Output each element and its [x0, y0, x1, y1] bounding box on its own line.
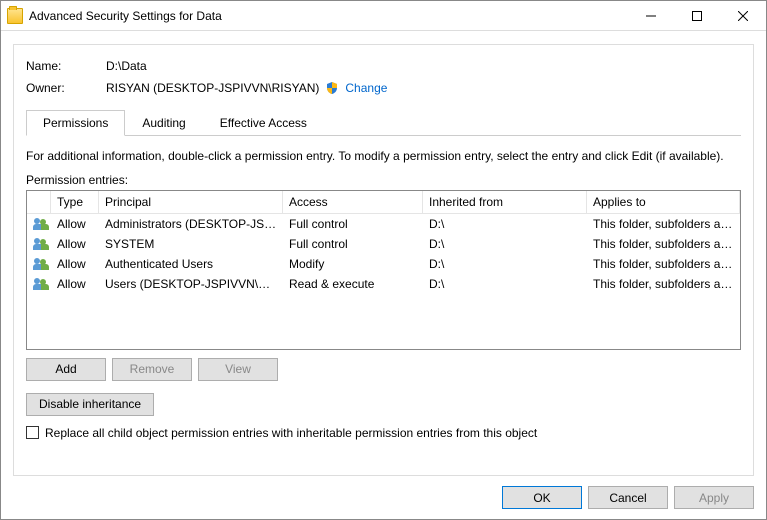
- permission-entry-row[interactable]: AllowUsers (DESKTOP-JSPIVVN\Use...Read &…: [27, 274, 740, 294]
- security-settings-window: Advanced Security Settings for Data Name…: [0, 0, 767, 520]
- principal-icon: [27, 236, 51, 252]
- entry-access: Read & execute: [283, 275, 423, 293]
- entry-applies: This folder, subfolders and files: [587, 275, 740, 293]
- tab-permissions[interactable]: Permissions: [26, 110, 125, 136]
- change-owner-link[interactable]: Change: [345, 81, 387, 95]
- inner-frame: Name: D:\Data Owner: RISYAN (DESKTOP-JSP…: [13, 44, 754, 476]
- entry-access: Full control: [283, 235, 423, 253]
- entry-principal: Users (DESKTOP-JSPIVVN\Use...: [99, 275, 283, 293]
- remove-button[interactable]: Remove: [112, 358, 192, 381]
- permission-entries-label: Permission entries:: [26, 173, 741, 187]
- entry-inherited: D:\: [423, 275, 587, 293]
- ok-button[interactable]: OK: [502, 486, 582, 509]
- shield-icon: [325, 81, 339, 95]
- replace-checkbox-row[interactable]: Replace all child object permission entr…: [26, 426, 741, 440]
- content-area: Name: D:\Data Owner: RISYAN (DESKTOP-JSP…: [1, 31, 766, 519]
- column-principal[interactable]: Principal: [99, 191, 283, 213]
- titlebar[interactable]: Advanced Security Settings for Data: [1, 1, 766, 31]
- tab-bar: Permissions Auditing Effective Access: [26, 109, 741, 136]
- name-value: D:\Data: [106, 59, 147, 73]
- permission-entry-row[interactable]: AllowSYSTEMFull controlD:\This folder, s…: [27, 234, 740, 254]
- tab-effective-access[interactable]: Effective Access: [203, 110, 324, 136]
- column-icon: [27, 191, 51, 213]
- disable-inheritance-button[interactable]: Disable inheritance: [26, 393, 154, 416]
- description-text: For additional information, double-click…: [26, 148, 741, 165]
- entry-applies: This folder, subfolders and files: [587, 215, 740, 233]
- entry-principal: SYSTEM: [99, 235, 283, 253]
- owner-row: Owner: RISYAN (DESKTOP-JSPIVVN\RISYAN) C…: [26, 77, 741, 99]
- window-title: Advanced Security Settings for Data: [29, 9, 628, 23]
- maximize-button[interactable]: [674, 1, 720, 31]
- entry-type: Allow: [51, 255, 99, 273]
- permission-entry-row[interactable]: AllowAuthenticated UsersModifyD:\This fo…: [27, 254, 740, 274]
- column-applies[interactable]: Applies to: [587, 191, 740, 213]
- cancel-button[interactable]: Cancel: [588, 486, 668, 509]
- entry-principal: Administrators (DESKTOP-JSPI...: [99, 215, 283, 233]
- principal-icon: [27, 216, 51, 232]
- owner-value: RISYAN (DESKTOP-JSPIVVN\RISYAN): [106, 81, 319, 95]
- entries-button-row: Add Remove View: [26, 358, 741, 381]
- principal-icon: [27, 276, 51, 292]
- add-button[interactable]: Add: [26, 358, 106, 381]
- entry-inherited: D:\: [423, 235, 587, 253]
- apply-button[interactable]: Apply: [674, 486, 754, 509]
- tab-auditing[interactable]: Auditing: [125, 110, 202, 136]
- dialog-button-row: OK Cancel Apply: [13, 486, 754, 509]
- entry-inherited: D:\: [423, 215, 587, 233]
- folder-icon: [7, 8, 23, 24]
- entry-inherited: D:\: [423, 255, 587, 273]
- entry-type: Allow: [51, 235, 99, 253]
- close-button[interactable]: [720, 1, 766, 31]
- minimize-button[interactable]: [628, 1, 674, 31]
- entry-type: Allow: [51, 215, 99, 233]
- replace-checkbox[interactable]: [26, 426, 39, 439]
- view-button[interactable]: View: [198, 358, 278, 381]
- name-label: Name:: [26, 59, 106, 73]
- column-access[interactable]: Access: [283, 191, 423, 213]
- entry-access: Full control: [283, 215, 423, 233]
- list-header[interactable]: Type Principal Access Inherited from App…: [27, 191, 740, 214]
- principal-icon: [27, 256, 51, 272]
- entry-access: Modify: [283, 255, 423, 273]
- entry-principal: Authenticated Users: [99, 255, 283, 273]
- name-row: Name: D:\Data: [26, 55, 741, 77]
- entry-type: Allow: [51, 275, 99, 293]
- permission-entry-row[interactable]: AllowAdministrators (DESKTOP-JSPI...Full…: [27, 214, 740, 234]
- entry-applies: This folder, subfolders and files: [587, 235, 740, 253]
- column-inherited[interactable]: Inherited from: [423, 191, 587, 213]
- column-type[interactable]: Type: [51, 191, 99, 213]
- entry-applies: This folder, subfolders and files: [587, 255, 740, 273]
- replace-checkbox-label: Replace all child object permission entr…: [45, 426, 537, 440]
- owner-label: Owner:: [26, 81, 106, 95]
- permission-entries-list[interactable]: Type Principal Access Inherited from App…: [26, 190, 741, 350]
